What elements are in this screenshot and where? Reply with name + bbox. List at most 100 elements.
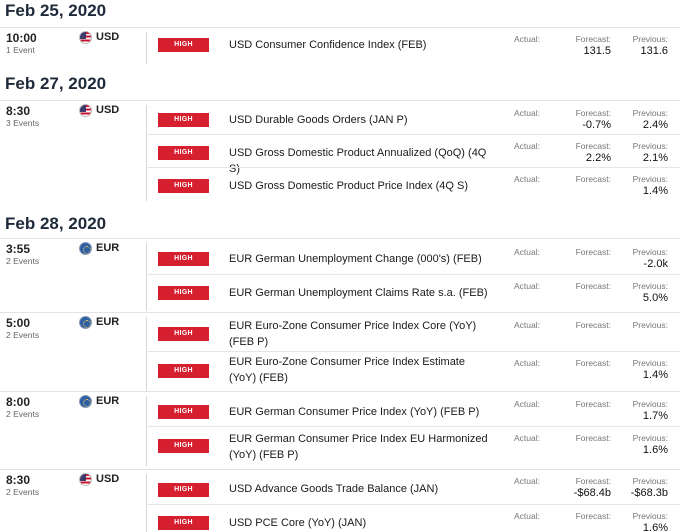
previous-label: Previous: (632, 34, 668, 44)
impact-badge: HIGH (158, 439, 209, 453)
actual-label: Actual: (514, 433, 540, 443)
forecast-label: Forecast: (575, 358, 611, 368)
forecast-label: Forecast: (575, 476, 611, 486)
actual-label: Actual: (514, 34, 540, 44)
event-row[interactable]: HIGH EUR German Unemployment Claims Rate… (146, 274, 680, 312)
eu-flag-icon (79, 316, 92, 329)
event-name[interactable]: USD Gross Domestic Product Price Index (… (229, 178, 489, 194)
forecast-label: Forecast: (575, 108, 611, 118)
event-time: 8:00 (6, 395, 31, 409)
currency-code: USD (96, 473, 120, 485)
impact-badge: HIGH (158, 327, 209, 341)
forecast-label: Forecast: (575, 247, 611, 257)
actual-label: Actual: (514, 358, 540, 368)
event-count: 2 Events (6, 256, 40, 266)
actual-label: Actual: (514, 174, 540, 184)
event-row[interactable]: HIGH EUR Euro-Zone Consumer Price Index … (146, 351, 680, 391)
impact-badge: HIGH (158, 405, 209, 419)
previous-label: Previous: (632, 108, 668, 118)
forecast-label: Forecast: (575, 281, 611, 291)
forecast-label: Forecast: (575, 320, 611, 330)
event-group: 8:30 3 Events USD HIGH USD Durable Goods… (0, 100, 680, 203)
event-name[interactable]: USD Advance Goods Trade Balance (JAN) (229, 481, 489, 497)
previous-value: 2.1% (642, 152, 668, 164)
event-row[interactable]: HIGH EUR German Consumer Price Index (Yo… (146, 392, 680, 426)
event-row[interactable]: HIGH EUR Euro-Zone Consumer Price Index … (146, 313, 680, 351)
impact-badge: HIGH (158, 364, 209, 378)
impact-badge: HIGH (158, 516, 209, 530)
actual-label: Actual: (514, 511, 540, 521)
day-header: Feb 25, 2020 (5, 1, 107, 20)
event-row[interactable]: HIGH EUR German Consumer Price Index EU … (146, 426, 680, 466)
previous-label: Previous: (632, 399, 668, 409)
previous-value: 1.6% (642, 444, 668, 456)
event-row[interactable]: HIGH USD Advance Goods Trade Balance (JA… (146, 470, 680, 504)
event-count: 1 Event (6, 45, 35, 55)
previous-value: 1.7% (642, 410, 668, 422)
event-row[interactable]: HIGH USD PCE Core (YoY) (JAN) Actual: Fo… (146, 504, 680, 532)
currency-code: USD (96, 104, 120, 116)
forecast-label: Forecast: (575, 511, 611, 521)
day-header: Feb 28, 2020 (5, 214, 107, 233)
event-row[interactable]: HIGH EUR German Unemployment Change (000… (146, 239, 680, 274)
event-count: 3 Events (6, 118, 40, 128)
event-count: 2 Events (6, 330, 40, 340)
previous-value: 5.0% (642, 292, 668, 304)
previous-label: Previous: (632, 511, 668, 521)
event-name[interactable]: EUR German Unemployment Change (000's) (… (229, 251, 489, 267)
event-time: 5:00 (6, 316, 31, 330)
event-name[interactable]: EUR German Consumer Price Index EU Harmo… (229, 431, 489, 463)
previous-value: 1.4% (642, 185, 668, 197)
previous-label: Previous: (632, 358, 668, 368)
previous-label: Previous: (632, 174, 668, 184)
actual-label: Actual: (514, 247, 540, 257)
us-flag-icon (79, 31, 92, 44)
currency-code: EUR (96, 242, 120, 254)
previous-label: Previous: (632, 476, 668, 486)
previous-value: -$68.3b (630, 487, 668, 499)
event-row[interactable]: HIGH USD Consumer Confidence Index (FEB)… (146, 28, 680, 66)
impact-badge: HIGH (158, 483, 209, 497)
actual-label: Actual: (514, 108, 540, 118)
event-group: 8:30 2 Events USD HIGH USD Advance Goods… (0, 469, 680, 532)
us-flag-icon (79, 104, 92, 117)
previous-label: Previous: (632, 320, 668, 330)
previous-label: Previous: (632, 247, 668, 257)
us-flag-icon (79, 473, 92, 486)
event-count: 2 Events (6, 409, 40, 419)
previous-value: 1.6% (642, 522, 668, 532)
previous-value: 2.4% (642, 119, 668, 131)
impact-badge: HIGH (158, 252, 209, 266)
forecast-label: Forecast: (575, 433, 611, 443)
event-name[interactable]: EUR Euro-Zone Consumer Price Index Core … (229, 318, 489, 350)
eu-flag-icon (79, 395, 92, 408)
event-row[interactable]: HIGH USD Gross Domestic Product Price In… (146, 167, 680, 204)
impact-badge: HIGH (158, 38, 209, 52)
impact-badge: HIGH (158, 113, 209, 127)
actual-label: Actual: (514, 399, 540, 409)
forecast-label: Forecast: (575, 174, 611, 184)
event-time: 10:00 (6, 31, 37, 45)
event-count: 2 Events (6, 487, 40, 497)
forecast-label: Forecast: (575, 34, 611, 44)
actual-label: Actual: (514, 281, 540, 291)
event-name[interactable]: USD Consumer Confidence Index (FEB) (229, 37, 489, 53)
previous-label: Previous: (632, 433, 668, 443)
previous-value: -2.0k (643, 258, 668, 270)
event-name[interactable]: USD Durable Goods Orders (JAN P) (229, 112, 489, 128)
currency-code: EUR (96, 395, 120, 407)
event-time: 8:30 (6, 473, 31, 487)
event-row[interactable]: HIGH USD Gross Domestic Product Annualiz… (146, 134, 680, 175)
forecast-label: Forecast: (575, 399, 611, 409)
previous-label: Previous: (632, 141, 668, 151)
event-row[interactable]: HIGH USD Durable Goods Orders (JAN P) Ac… (146, 101, 680, 134)
currency-code: EUR (96, 316, 120, 328)
forecast-value: 131.5 (583, 45, 611, 57)
event-group: 8:00 2 Events EUR HIGH EUR German Consum… (0, 391, 680, 466)
event-name[interactable]: EUR Euro-Zone Consumer Price Index Estim… (229, 354, 489, 386)
event-name[interactable]: EUR German Unemployment Claims Rate s.a.… (229, 285, 489, 301)
event-name[interactable]: USD PCE Core (YoY) (JAN) (229, 515, 489, 531)
forecast-value: -0.7% (582, 119, 611, 131)
event-name[interactable]: EUR German Consumer Price Index (YoY) (F… (229, 404, 489, 420)
previous-label: Previous: (632, 281, 668, 291)
